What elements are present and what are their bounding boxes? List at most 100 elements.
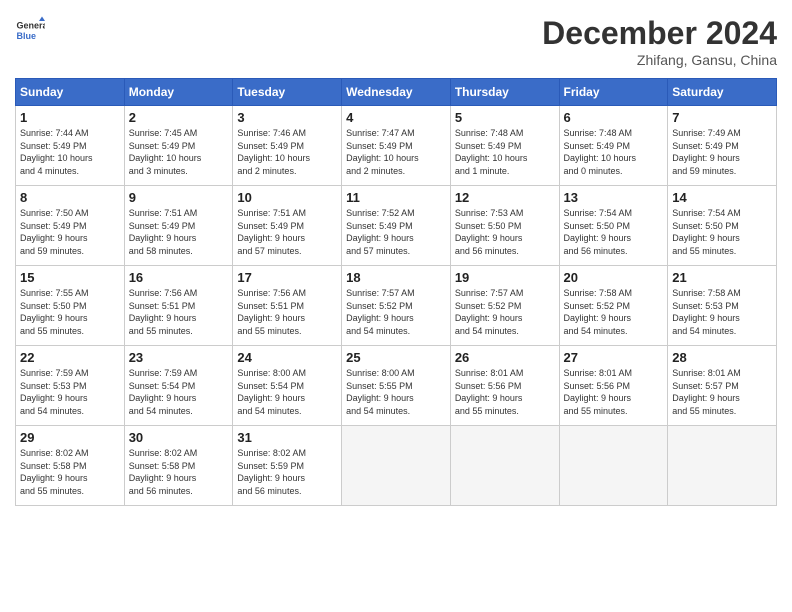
calendar-cell: 10 Sunrise: 7:51 AM Sunset: 5:49 PM Dayli… <box>233 186 342 266</box>
day-number: 5 <box>455 110 555 125</box>
calendar-cell: 26 Sunrise: 8:01 AM Sunset: 5:56 PM Dayli… <box>450 346 559 426</box>
calendar-cell: 14 Sunrise: 7:54 AM Sunset: 5:50 PM Dayli… <box>668 186 777 266</box>
calendar-cell: 6Sunrise: 7:48 AM Sunset: 5:49 PM Daylig… <box>559 106 668 186</box>
calendar-cell: 31Sunrise: 8:02 AM Sunset: 5:59 PM Dayli… <box>233 426 342 506</box>
day-number: 26 <box>455 350 555 365</box>
week-row-2: 8 Sunrise: 7:50 AM Sunset: 5:49 PM Daylig… <box>16 186 777 266</box>
day-info: Sunrise: 7:54 AM Sunset: 5:50 PM Dayligh… <box>564 207 664 257</box>
calendar-cell: 16 Sunrise: 7:56 AM Sunset: 5:51 PM Dayli… <box>124 266 233 346</box>
calendar-cell: 29 Sunrise: 8:02 AM Sunset: 5:58 PM Dayli… <box>16 426 125 506</box>
day-number: 24 <box>237 350 337 365</box>
week-row-3: 15 Sunrise: 7:55 AM Sunset: 5:50 PM Dayli… <box>16 266 777 346</box>
calendar-cell: 2Sunrise: 7:45 AM Sunset: 5:49 PM Daylig… <box>124 106 233 186</box>
day-info: Sunrise: 7:48 AM Sunset: 5:49 PM Dayligh… <box>455 127 555 177</box>
calendar-cell: 5 Sunrise: 7:48 AM Sunset: 5:49 PM Daylig… <box>450 106 559 186</box>
week-row-4: 22 Sunrise: 7:59 AM Sunset: 5:53 PM Dayli… <box>16 346 777 426</box>
calendar-cell: 18Sunrise: 7:57 AM Sunset: 5:52 PM Dayli… <box>342 266 451 346</box>
location: Zhifang, Gansu, China <box>542 52 777 68</box>
svg-text:General: General <box>17 21 46 31</box>
calendar-cell: 30 Sunrise: 8:02 AM Sunset: 5:58 PM Dayli… <box>124 426 233 506</box>
weekday-header-thursday: Thursday <box>450 79 559 106</box>
day-info: Sunrise: 7:44 AM Sunset: 5:49 PM Dayligh… <box>20 127 120 177</box>
calendar-cell: 13 Sunrise: 7:54 AM Sunset: 5:50 PM Dayli… <box>559 186 668 266</box>
calendar-cell: 23Sunrise: 7:59 AM Sunset: 5:54 PM Dayli… <box>124 346 233 426</box>
weekday-header-monday: Monday <box>124 79 233 106</box>
weekday-header-row: SundayMondayTuesdayWednesdayThursdayFrid… <box>16 79 777 106</box>
day-info: Sunrise: 7:59 AM Sunset: 5:53 PM Dayligh… <box>20 367 120 417</box>
calendar-cell: 7 Sunrise: 7:49 AM Sunset: 5:49 PM Daylig… <box>668 106 777 186</box>
calendar-cell: 15 Sunrise: 7:55 AM Sunset: 5:50 PM Dayli… <box>16 266 125 346</box>
calendar-cell: 17 Sunrise: 7:56 AM Sunset: 5:51 PM Dayli… <box>233 266 342 346</box>
day-info: Sunrise: 7:51 AM Sunset: 5:49 PM Dayligh… <box>129 207 229 257</box>
logo: General Blue <box>15 15 45 45</box>
day-number: 14 <box>672 190 772 205</box>
day-number: 20 <box>564 270 664 285</box>
day-info: Sunrise: 7:56 AM Sunset: 5:51 PM Dayligh… <box>129 287 229 337</box>
day-number: 21 <box>672 270 772 285</box>
day-number: 15 <box>20 270 120 285</box>
day-number: 8 <box>20 190 120 205</box>
day-number: 13 <box>564 190 664 205</box>
day-info: Sunrise: 8:02 AM Sunset: 5:59 PM Dayligh… <box>237 447 337 497</box>
weekday-header-saturday: Saturday <box>668 79 777 106</box>
day-info: Sunrise: 7:58 AM Sunset: 5:53 PM Dayligh… <box>672 287 772 337</box>
day-number: 30 <box>129 430 229 445</box>
svg-text:Blue: Blue <box>17 31 37 41</box>
day-number: 22 <box>20 350 120 365</box>
day-info: Sunrise: 7:47 AM Sunset: 5:49 PM Dayligh… <box>346 127 446 177</box>
day-info: Sunrise: 8:02 AM Sunset: 5:58 PM Dayligh… <box>129 447 229 497</box>
calendar-cell: 12Sunrise: 7:53 AM Sunset: 5:50 PM Dayli… <box>450 186 559 266</box>
weekday-header-wednesday: Wednesday <box>342 79 451 106</box>
calendar-table: SundayMondayTuesdayWednesdayThursdayFrid… <box>15 78 777 506</box>
weekday-header-sunday: Sunday <box>16 79 125 106</box>
day-number: 6 <box>564 110 664 125</box>
day-number: 4 <box>346 110 446 125</box>
calendar-cell: 11Sunrise: 7:52 AM Sunset: 5:49 PM Dayli… <box>342 186 451 266</box>
calendar-cell: 9 Sunrise: 7:51 AM Sunset: 5:49 PM Daylig… <box>124 186 233 266</box>
day-info: Sunrise: 7:51 AM Sunset: 5:49 PM Dayligh… <box>237 207 337 257</box>
calendar-cell: 24 Sunrise: 8:00 AM Sunset: 5:54 PM Dayli… <box>233 346 342 426</box>
calendar-cell: 20 Sunrise: 7:58 AM Sunset: 5:52 PM Dayli… <box>559 266 668 346</box>
calendar-cell <box>559 426 668 506</box>
day-info: Sunrise: 7:53 AM Sunset: 5:50 PM Dayligh… <box>455 207 555 257</box>
weekday-header-friday: Friday <box>559 79 668 106</box>
calendar-cell: 25Sunrise: 8:00 AM Sunset: 5:55 PM Dayli… <box>342 346 451 426</box>
day-info: Sunrise: 7:50 AM Sunset: 5:49 PM Dayligh… <box>20 207 120 257</box>
day-info: Sunrise: 7:58 AM Sunset: 5:52 PM Dayligh… <box>564 287 664 337</box>
calendar-cell: 4 Sunrise: 7:47 AM Sunset: 5:49 PM Daylig… <box>342 106 451 186</box>
day-info: Sunrise: 8:01 AM Sunset: 5:56 PM Dayligh… <box>455 367 555 417</box>
calendar-cell: 27 Sunrise: 8:01 AM Sunset: 5:56 PM Dayli… <box>559 346 668 426</box>
logo-icon: General Blue <box>15 15 45 45</box>
day-info: Sunrise: 7:56 AM Sunset: 5:51 PM Dayligh… <box>237 287 337 337</box>
day-info: Sunrise: 8:01 AM Sunset: 5:56 PM Dayligh… <box>564 367 664 417</box>
day-info: Sunrise: 8:00 AM Sunset: 5:54 PM Dayligh… <box>237 367 337 417</box>
title-block: December 2024 Zhifang, Gansu, China <box>542 15 777 68</box>
day-info: Sunrise: 7:54 AM Sunset: 5:50 PM Dayligh… <box>672 207 772 257</box>
day-number: 29 <box>20 430 120 445</box>
page-header: General Blue December 2024 Zhifang, Gans… <box>15 15 777 68</box>
day-number: 23 <box>129 350 229 365</box>
day-number: 1 <box>20 110 120 125</box>
day-info: Sunrise: 7:49 AM Sunset: 5:49 PM Dayligh… <box>672 127 772 177</box>
weekday-header-tuesday: Tuesday <box>233 79 342 106</box>
calendar-cell: 21 Sunrise: 7:58 AM Sunset: 5:53 PM Dayli… <box>668 266 777 346</box>
day-info: Sunrise: 7:55 AM Sunset: 5:50 PM Dayligh… <box>20 287 120 337</box>
day-info: Sunrise: 8:02 AM Sunset: 5:58 PM Dayligh… <box>20 447 120 497</box>
day-number: 27 <box>564 350 664 365</box>
day-number: 25 <box>346 350 446 365</box>
calendar-cell <box>450 426 559 506</box>
day-info: Sunrise: 7:52 AM Sunset: 5:49 PM Dayligh… <box>346 207 446 257</box>
day-number: 9 <box>129 190 229 205</box>
day-number: 17 <box>237 270 337 285</box>
day-number: 10 <box>237 190 337 205</box>
day-number: 7 <box>672 110 772 125</box>
day-number: 2 <box>129 110 229 125</box>
calendar-cell: 19Sunrise: 7:57 AM Sunset: 5:52 PM Dayli… <box>450 266 559 346</box>
calendar-cell <box>342 426 451 506</box>
calendar-cell: 28Sunrise: 8:01 AM Sunset: 5:57 PM Dayli… <box>668 346 777 426</box>
calendar-cell: 22 Sunrise: 7:59 AM Sunset: 5:53 PM Dayli… <box>16 346 125 426</box>
day-number: 3 <box>237 110 337 125</box>
day-info: Sunrise: 7:46 AM Sunset: 5:49 PM Dayligh… <box>237 127 337 177</box>
month-title: December 2024 <box>542 15 777 52</box>
day-number: 16 <box>129 270 229 285</box>
